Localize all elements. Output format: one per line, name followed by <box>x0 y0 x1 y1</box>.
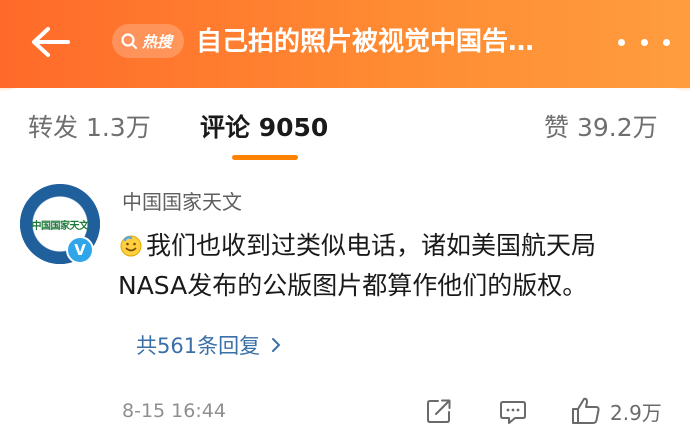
tab-like[interactable]: 赞 39.2万 <box>544 108 658 144</box>
active-tab-indicator <box>232 155 298 160</box>
smile-hand-emoji-icon <box>120 235 142 257</box>
more-dots-icon <box>618 38 625 46</box>
thumbs-up-icon <box>572 397 600 424</box>
more-options-button[interactable] <box>618 30 670 54</box>
replies-label: 共561条回复 <box>136 334 261 358</box>
more-dots-icon <box>640 38 648 46</box>
reply-button[interactable] <box>498 396 528 426</box>
comment-timestamp: 8-15 16:44 <box>122 400 226 422</box>
tab-forward[interactable]: 转发 1.3万 <box>28 108 151 144</box>
top-navigation-bar: 热搜 自己拍的照片被视觉中国告… <box>0 0 690 88</box>
comment-author[interactable]: 中国国家天文 <box>122 186 242 215</box>
comment-line-1: 我们也收到过类似电话，诸如美国航天局 <box>118 226 678 266</box>
like-button[interactable]: 2.9万 <box>570 396 662 426</box>
hot-search-label: 热搜 <box>142 32 173 51</box>
comment-text-line-1: 我们也收到过类似电话，诸如美国航天局 <box>146 231 597 260</box>
share-button[interactable] <box>424 396 454 426</box>
tab-comment[interactable]: 评论 9050 <box>200 108 328 144</box>
share-edit-icon <box>427 399 451 423</box>
verified-v-icon: V <box>66 236 94 264</box>
view-replies-link[interactable]: 共561条回复 <box>136 330 282 360</box>
comment-body: 我们也收到过类似电话，诸如美国航天局 NASA发布的公版图片都算作他们的版权。 <box>118 226 678 306</box>
page-title: 自己拍的照片被视觉中国告… <box>196 27 535 57</box>
chevron-right-icon <box>272 338 281 352</box>
search-icon <box>121 33 138 50</box>
arrow-left-icon <box>32 27 70 57</box>
comment-bubble-icon <box>500 401 526 424</box>
comment-text-line-2: NASA发布的公版图片都算作他们的版权。 <box>118 271 588 300</box>
hot-search-badge[interactable]: 热搜 <box>112 24 184 58</box>
like-count: 2.9万 <box>610 400 662 425</box>
more-dots-icon <box>663 38 670 46</box>
avatar-logo-text: 中国国家天文 <box>31 220 90 232</box>
tab-bar: 转发 1.3万 评论 9050 赞 39.2万 <box>0 88 690 168</box>
back-button[interactable] <box>26 20 74 64</box>
